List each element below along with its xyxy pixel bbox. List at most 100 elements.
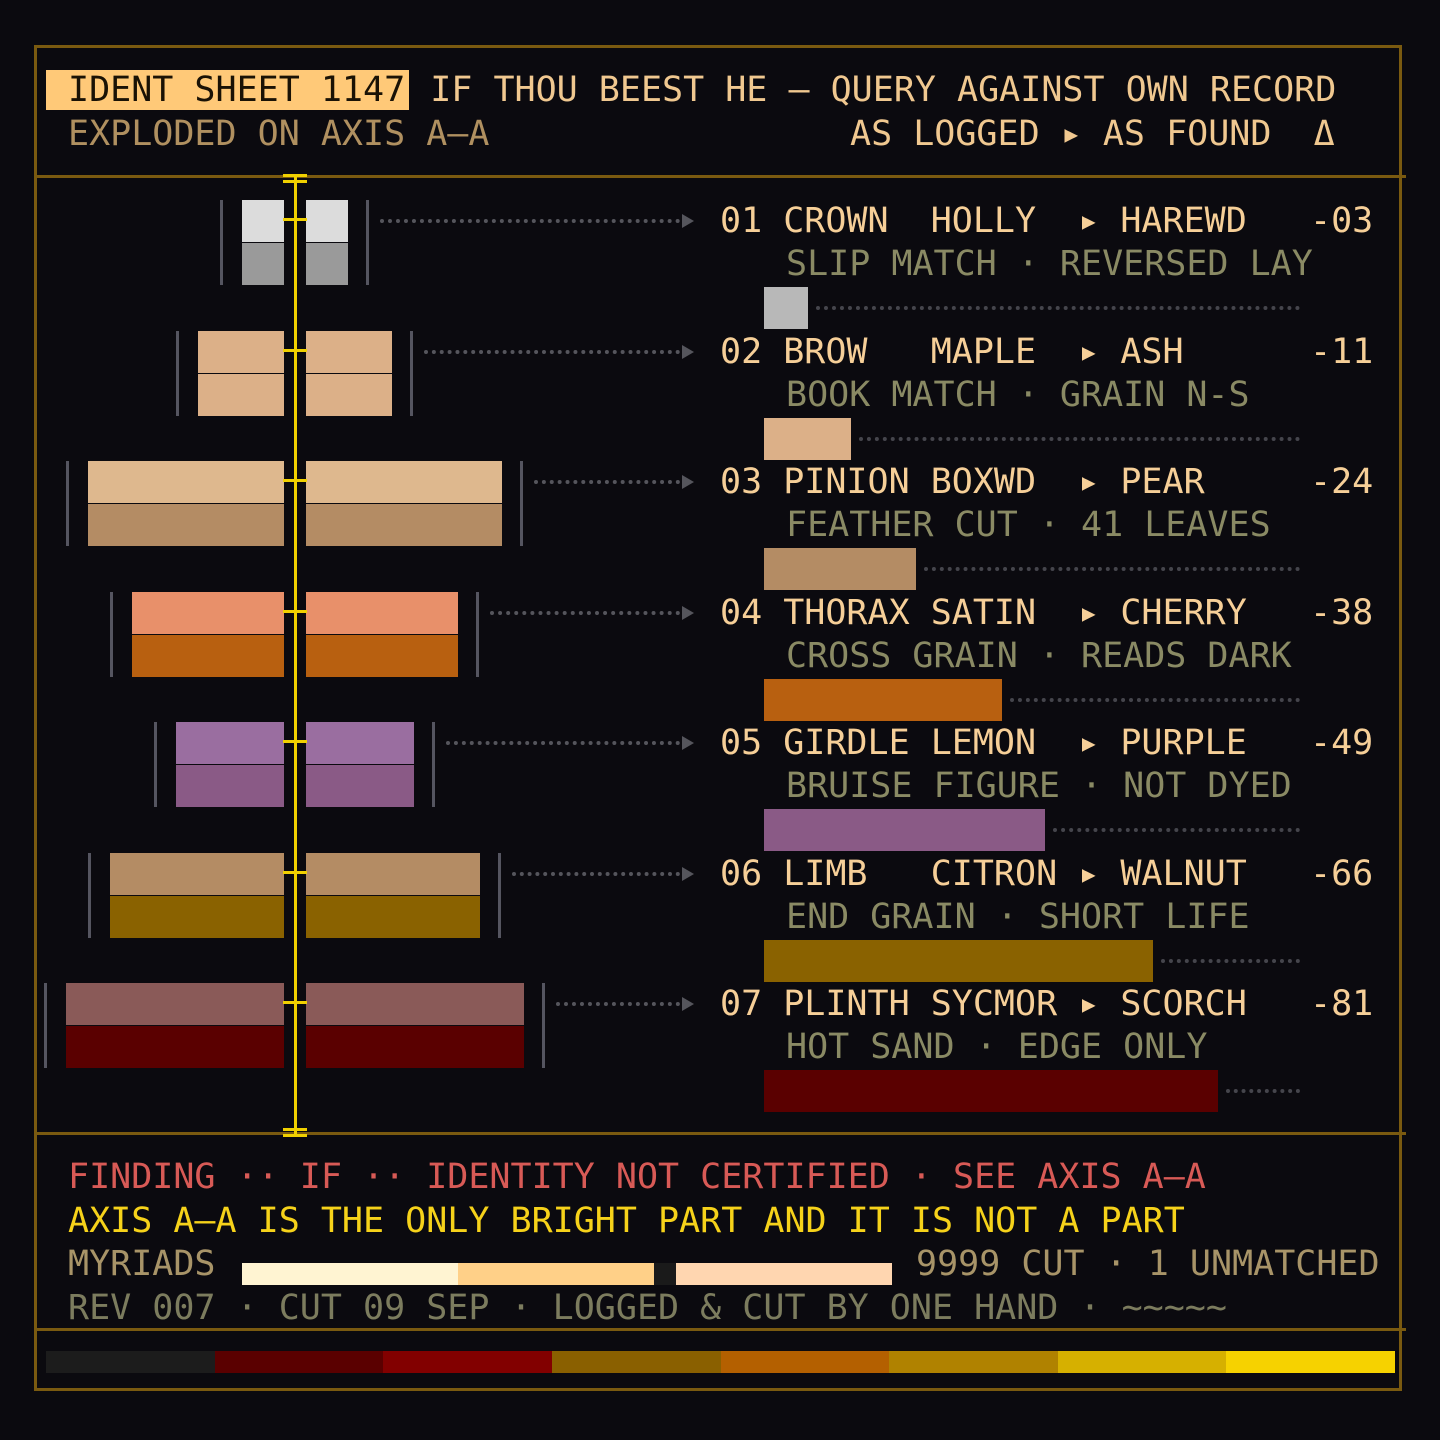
ramp-segment-3: [383, 1351, 553, 1373]
leader-arrow-2: [682, 344, 694, 359]
deviation-swatch-3: [764, 548, 916, 590]
part-5-bottom-left: [176, 765, 284, 807]
finding-line: FINDING ·· IF ·· IDENTITY NOT CERTIFIED …: [68, 1157, 1206, 1197]
deviation-dots-5: [1053, 828, 1300, 832]
part-4-top-right: [306, 591, 458, 634]
part-5-top-right: [306, 722, 414, 764]
footer-divider: [34, 1132, 1406, 1135]
deviation-dots-6: [1161, 958, 1300, 963]
part-4-top-left: [132, 591, 284, 634]
part-2-top-right: [306, 330, 392, 373]
deviation-dots-3: [924, 567, 1300, 571]
record-row-3: 03 PINION BOXWD ▸ PEAR -24: [720, 462, 1374, 502]
record-note-1: SLIP MATCH · REVERSED LAY: [786, 244, 1313, 284]
leader-arrow-4: [682, 605, 694, 620]
myriads-summary: 9999 CUT · 1 UNMATCHED: [916, 1244, 1380, 1284]
part-6-top-right: [306, 852, 480, 895]
header-subtitle-right: AS LOGGED ▸ AS FOUND Δ: [850, 114, 1335, 154]
gauge-segment-4: [676, 1263, 892, 1285]
leader-dots-2: [424, 349, 680, 354]
part-7-top-left: [66, 983, 284, 1025]
part-2-bottom-left: [198, 373, 284, 416]
part-1-top-right: [306, 200, 348, 242]
part-5-bottom-right: [306, 765, 414, 807]
sheet-query-title: IF THOU BEEST HE — QUERY AGAINST OWN REC…: [430, 70, 1337, 110]
gauge-segment-3: [654, 1263, 676, 1285]
leader-dots-4: [490, 610, 680, 615]
record-note-4: CROSS GRAIN · READS DARK: [786, 635, 1292, 676]
record-row-2: 02 BROW MAPLE ▸ ASH -11: [720, 331, 1374, 372]
part-3-bottom-right: [306, 504, 502, 546]
deviation-swatch-1: [764, 287, 808, 329]
record-note-2: BOOK MATCH · GRAIN N-S: [786, 374, 1250, 415]
part-4-bracket-right: [476, 591, 479, 677]
record-note-7: HOT SAND · EDGE ONLY: [786, 1027, 1208, 1067]
deviation-swatch-7: [764, 1070, 1218, 1112]
axis-bottom-cap-2: [283, 1134, 307, 1137]
header-divider: [34, 175, 1406, 178]
part-2-bracket-right: [410, 330, 413, 416]
part-4-bottom-right: [306, 634, 458, 677]
part-5-bracket-left: [154, 722, 157, 807]
gauge-segment-1: [242, 1263, 458, 1285]
part-6-bottom-left: [110, 895, 284, 938]
part-2-top-left: [198, 330, 284, 373]
part-1-top-left: [242, 200, 284, 242]
ramp-segment-6: [889, 1351, 1059, 1373]
leader-arrow-1: [682, 214, 694, 228]
deviation-swatch-5: [764, 809, 1045, 851]
ramp-segment-4: [551, 1351, 721, 1373]
part-3-bottom-left: [88, 504, 284, 546]
part-5-bracket-right: [432, 722, 435, 807]
part-2-bottom-right: [306, 373, 392, 416]
deviation-dots-2: [859, 436, 1300, 441]
part-7-bottom-right: [306, 1026, 524, 1068]
leader-dots-5: [446, 741, 680, 745]
ramp-segment-7: [1057, 1351, 1227, 1373]
part-7-bracket-right: [542, 983, 545, 1068]
leader-dots-1: [380, 219, 680, 223]
myriads-label: MYRIADS: [68, 1244, 216, 1284]
sheet-title: [409, 70, 430, 110]
part-1-bottom-right: [306, 243, 348, 285]
record-note-6: END GRAIN · SHORT LIFE: [786, 896, 1250, 937]
deviation-swatch-4: [764, 678, 1002, 721]
leader-dots-6: [512, 871, 680, 876]
part-3-top-left: [88, 461, 284, 503]
deviation-dots-7: [1226, 1089, 1300, 1093]
deviation-swatch-6: [764, 939, 1153, 982]
ramp-divider: [34, 1328, 1406, 1331]
record-row-6: 06 LIMB CITRON ▸ WALNUT -66: [720, 853, 1374, 894]
part-7-bracket-left: [44, 983, 47, 1068]
leader-arrow-6: [682, 866, 694, 881]
leader-dots-7: [556, 1002, 680, 1006]
header-subtitle-left: EXPLODED ON AXIS A—A: [68, 114, 490, 154]
part-4-bracket-left: [110, 591, 113, 677]
deviation-swatch-2: [764, 417, 851, 460]
record-row-7: 07 PLINTH SYCMOR ▸ SCORCH -81: [720, 984, 1374, 1024]
part-4-bottom-left: [132, 634, 284, 677]
axis-top-cap: [283, 174, 307, 177]
axis-note-line: AXIS A—A IS THE ONLY BRIGHT PART AND IT …: [68, 1201, 1185, 1241]
part-1-bottom-left: [242, 243, 284, 285]
record-note-3: FEATHER CUT · 41 LEAVES: [786, 505, 1271, 545]
sheet-tag: IDENT SHEET 1147: [46, 70, 410, 110]
axis-bottom-cap: [283, 1128, 307, 1131]
record-row-5: 05 GIRDLE LEMON ▸ PURPLE -49: [720, 723, 1374, 763]
ramp-segment-5: [720, 1351, 890, 1373]
ramp-segment-1: [46, 1351, 215, 1373]
part-6-bracket-left: [88, 852, 91, 938]
leader-dots-3: [534, 480, 680, 484]
part-3-top-right: [306, 461, 502, 503]
part-6-bottom-right: [306, 895, 480, 938]
record-row-1: 01 CROWN HOLLY ▸ HAREWD -03: [720, 201, 1374, 241]
leader-arrow-7: [682, 997, 694, 1011]
part-3-bracket-left: [66, 461, 69, 546]
part-1-bracket-left: [220, 200, 223, 285]
part-5-top-left: [176, 722, 284, 764]
part-2-bracket-left: [176, 330, 179, 416]
deviation-dots-1: [816, 306, 1300, 310]
part-7-top-right: [306, 983, 524, 1025]
leader-arrow-3: [682, 475, 694, 489]
deviation-dots-4: [1010, 697, 1300, 702]
